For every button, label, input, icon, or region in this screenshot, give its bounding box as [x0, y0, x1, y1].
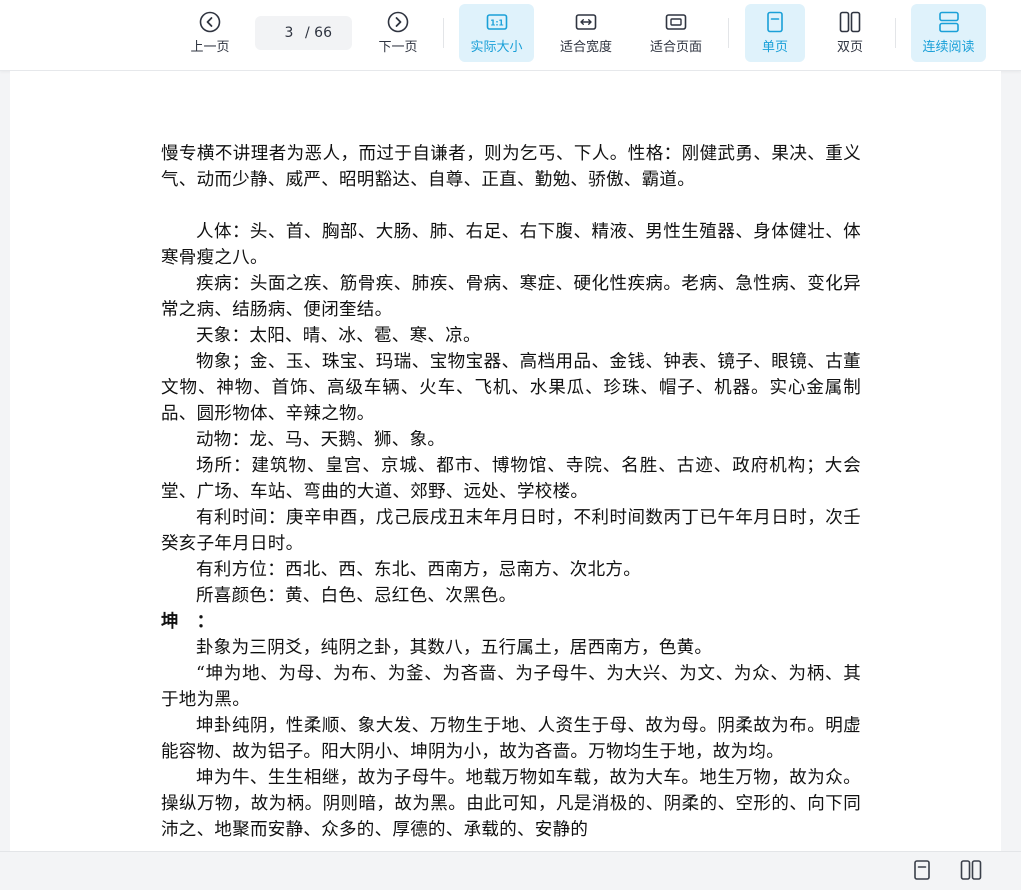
fit-page-icon — [665, 14, 687, 30]
single-page-icon — [767, 11, 783, 33]
section-heading: 坤 ： — [161, 612, 215, 632]
fit-page-label: 适合页面 — [649, 40, 702, 55]
actual-size-label: 实际大小 — [470, 40, 523, 55]
actual-size-button[interactable]: 1:1 实际大小 — [459, 4, 534, 62]
fit-width-button[interactable]: 适合宽度 — [550, 4, 622, 62]
document-page: 慢专横不讲理者为恶人，而过于自谦者，则为乞丐、下人。性格：刚健武勇、果决、重义气… — [10, 71, 1001, 851]
continuous-reading-icon — [938, 11, 959, 33]
bottom-bar — [0, 851, 1021, 890]
paragraph: 所喜颜色：黄、白色、忌红色、次黑色。 — [196, 586, 517, 606]
toolbar-divider — [443, 18, 444, 48]
fit-width-label: 适合宽度 — [559, 40, 612, 55]
paragraph: 天象：太阳、晴、冰、雹、寒、凉。 — [196, 326, 481, 346]
single-page-view-icon[interactable] — [910, 858, 934, 882]
prev-page-label: 上一页 — [190, 40, 230, 55]
page-indicator: 3 / 66 — [255, 16, 352, 50]
toolbar-divider — [728, 18, 729, 48]
double-page-icon — [839, 11, 861, 33]
paragraph: 卦象为三阴爻，纯阴之卦，其数八，五行属土，居西南方，色黄。 — [196, 638, 713, 658]
fit-width-icon — [575, 14, 597, 30]
single-page-label: 单页 — [761, 40, 788, 55]
next-page-label: 下一页 — [378, 40, 418, 55]
chevron-left-circle-icon — [199, 11, 221, 33]
page-text: 慢专横不讲理者为恶人，而过于自谦者，则为乞丐、下人。性格：刚健武勇、果决、重义气… — [161, 141, 861, 843]
paragraph: 人体：头、首、胸部、大肠、肺、右足、右下腹、精液、男性生殖器、身体健壮、体寒骨瘦… — [161, 222, 861, 268]
paragraph: 有利时间：庚辛申酉，戊己辰戌丑末年月日时，不利时间数丙丁已午年月日时，次壬癸亥子… — [161, 508, 861, 554]
current-page-input[interactable]: 3 — [275, 25, 303, 41]
actual-size-icon: 1:1 — [486, 14, 507, 30]
fit-page-button[interactable]: 适合页面 — [640, 4, 712, 62]
prev-page-button[interactable]: 上一页 — [178, 4, 242, 62]
double-page-button[interactable]: 双页 — [820, 4, 880, 62]
paragraph: “坤为地、为母、为布、为釜、为吝啬、为子母牛、为大兴、为文、为众、为柄、其于地为… — [161, 664, 861, 710]
double-page-label: 双页 — [836, 40, 863, 55]
continuous-reading-button[interactable]: 连续阅读 — [911, 4, 986, 62]
paragraph: 慢专横不讲理者为恶人，而过于自谦者，则为乞丐、下人。性格：刚健武勇、果决、重义气… — [161, 144, 861, 190]
paragraph: 场所：建筑物、皇宫、京城、都市、博物馆、寺院、名胜、古迹、政府机构；大会堂、广场… — [161, 456, 861, 502]
next-page-button[interactable]: 下一页 — [366, 4, 430, 62]
paragraph: 动物：龙、马、天鹅、狮、象。 — [196, 430, 446, 450]
chevron-right-circle-icon — [387, 11, 409, 33]
single-page-button[interactable]: 单页 — [745, 4, 805, 62]
double-page-view-icon[interactable] — [959, 858, 983, 882]
total-pages: / 66 — [305, 25, 332, 41]
paragraph: 物象；金、玉、珠宝、玛瑞、宝物宝器、高档用品、金钱、钟表、镜子、眼镜、古董文物、… — [161, 352, 861, 424]
paragraph: 有利方位：西北、西、东北、西南方，忌南方、次北方。 — [196, 560, 641, 580]
continuous-reading-label: 连续阅读 — [922, 40, 975, 55]
viewer-toolbar: 上一页 3 / 66 下一页 1:1 实际大小 适合宽度 适合页面 单页 双页 … — [0, 0, 1021, 71]
paragraph: 坤为牛、生生相继，故为子母牛。地载万物如车载，故为大车。地生万物，故为众。操纵万… — [161, 768, 861, 840]
svg-text:1:1: 1:1 — [490, 18, 503, 27]
paragraph: 疾病：头面之疾、筋骨疾、肺疾、骨病、寒症、硬化性疾病。老病、急性病、变化异常之病… — [161, 274, 861, 320]
paragraph: 坤卦纯阴，性柔顺、象大发、万物生于地、人资生于母、故为母。阴柔故为布。明虚能容物… — [161, 716, 861, 762]
toolbar-divider — [895, 18, 896, 48]
